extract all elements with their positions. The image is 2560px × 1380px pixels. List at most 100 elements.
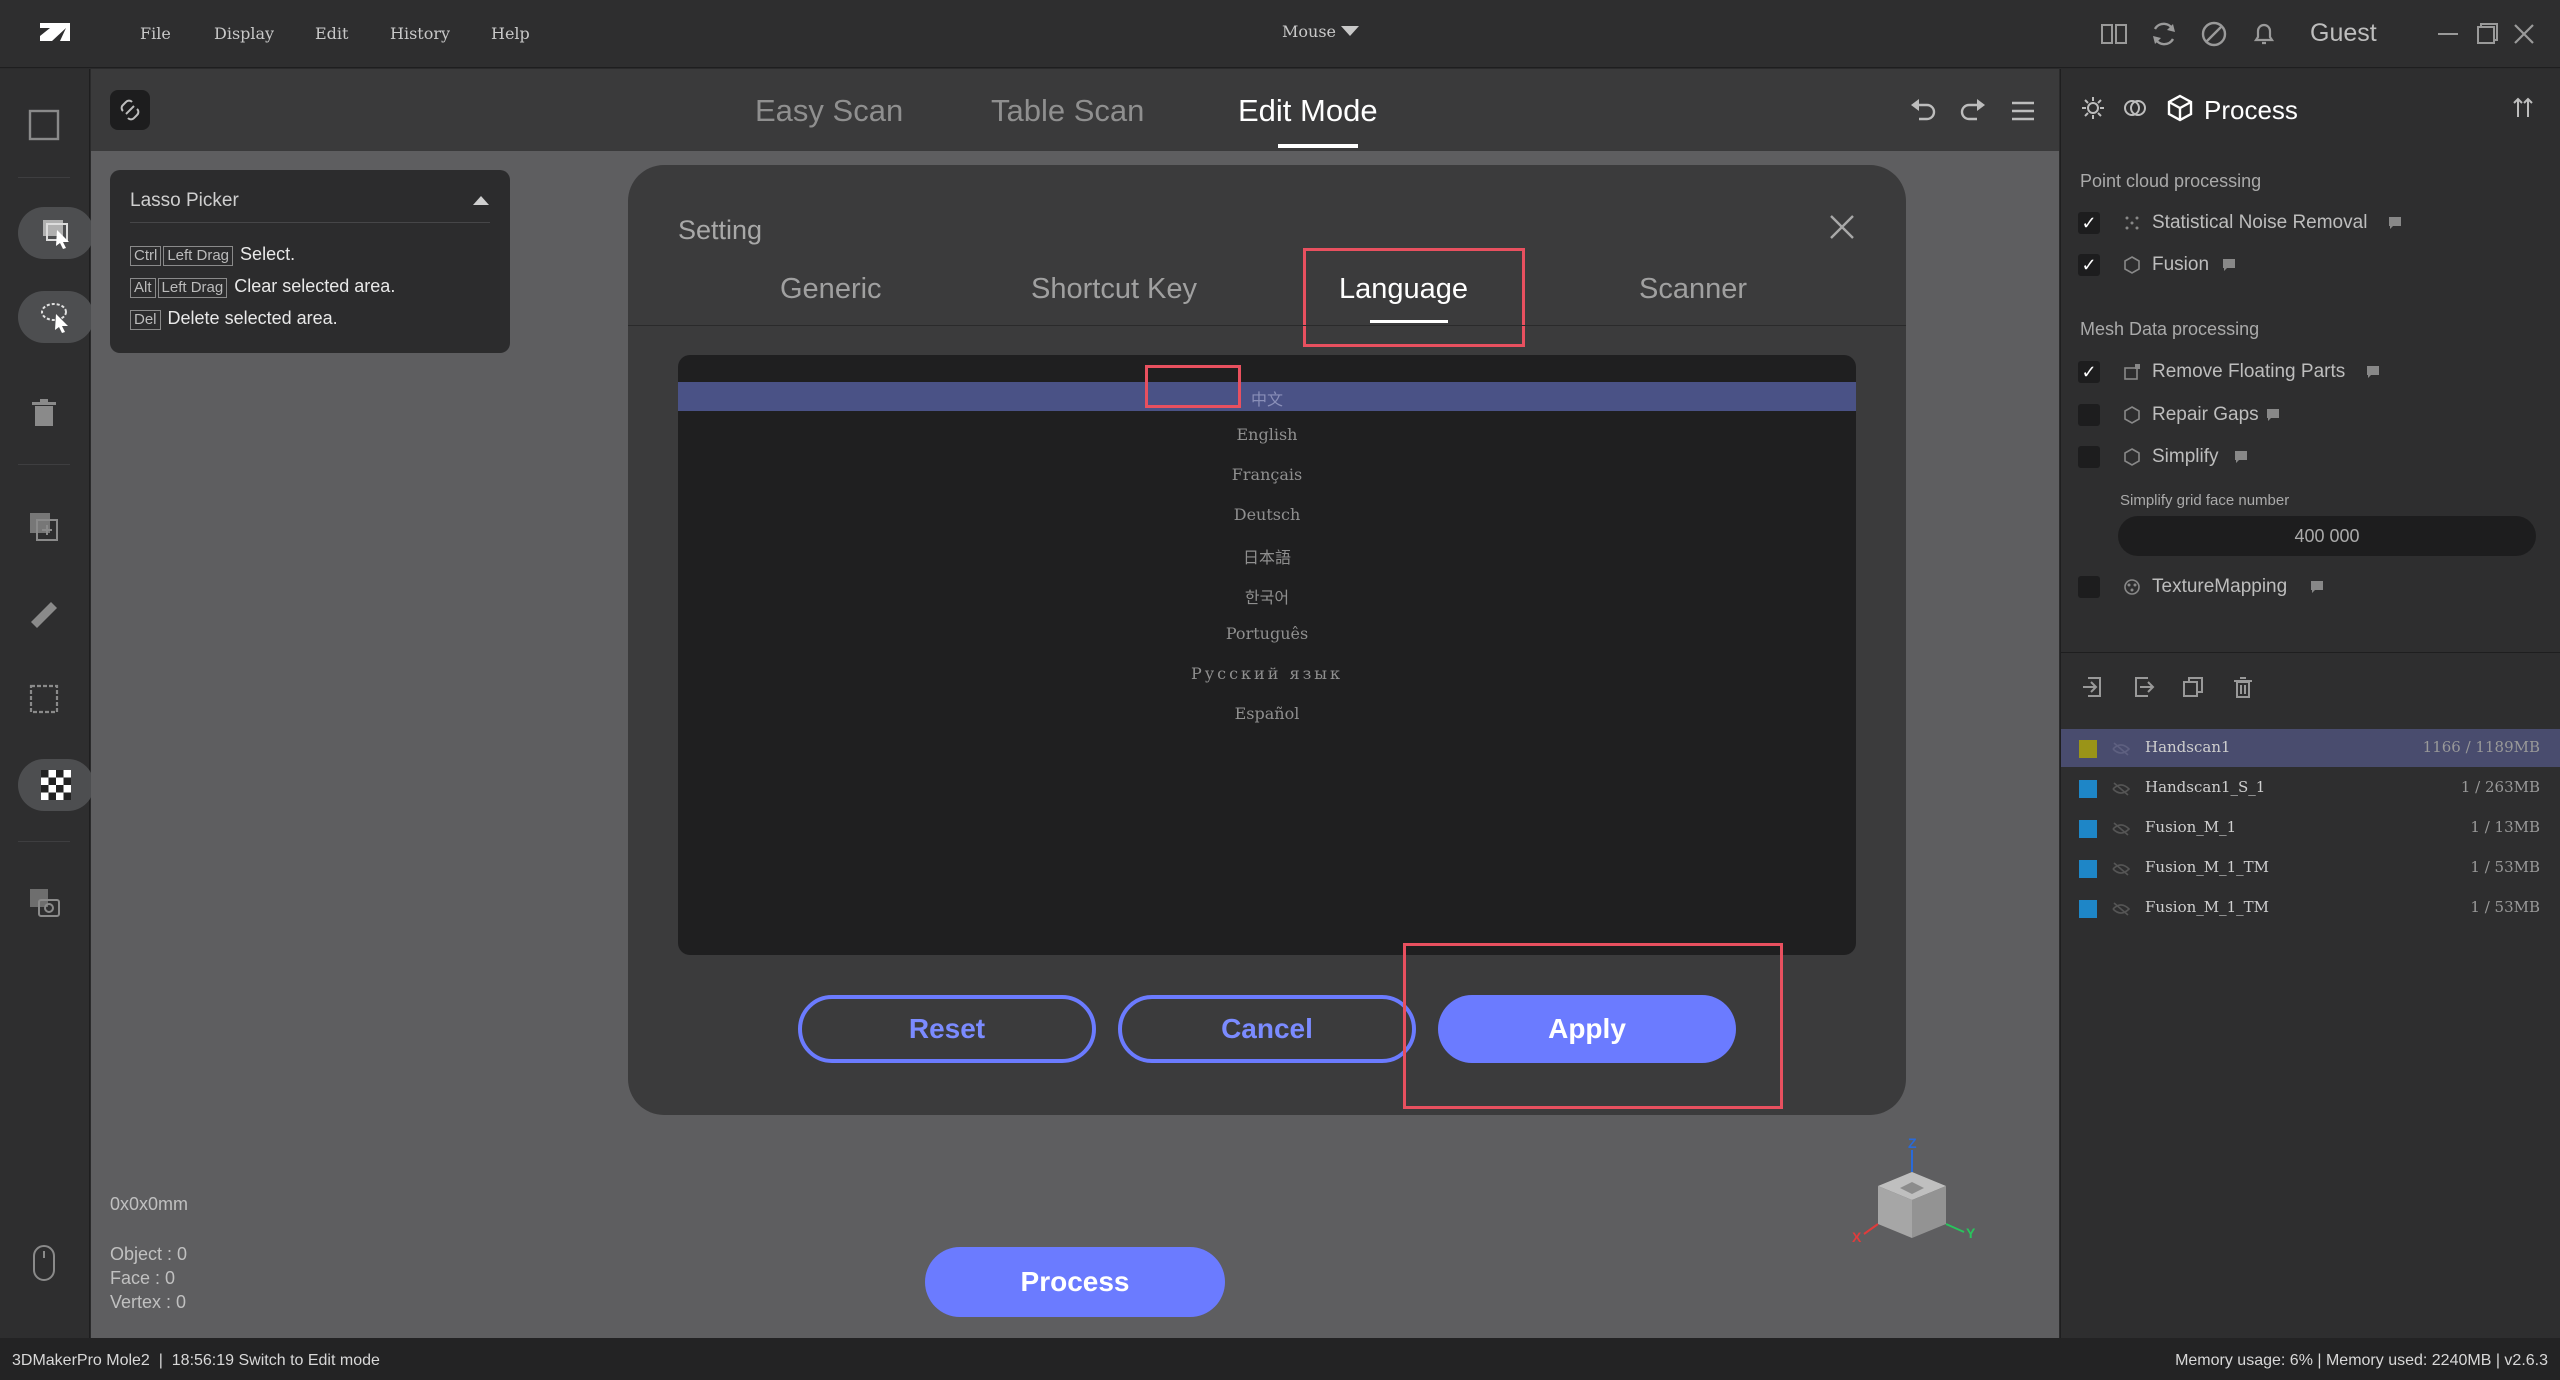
tool-texture[interactable] xyxy=(18,759,94,811)
visibility-off-icon[interactable] xyxy=(2111,860,2131,878)
list-menu-icon[interactable] xyxy=(2007,95,2039,127)
maximize-icon[interactable] xyxy=(2470,18,2502,50)
tab-generic[interactable]: Generic xyxy=(780,273,882,306)
checkbox-fusion[interactable]: ✓ xyxy=(2078,254,2100,276)
visibility-off-icon[interactable] xyxy=(2111,780,2131,798)
sort-icon[interactable] xyxy=(2510,95,2536,121)
language-option[interactable]: Deutsch xyxy=(678,505,1856,524)
checkerboard-icon xyxy=(41,770,71,800)
sun-icon[interactable] xyxy=(2080,95,2106,121)
model-row[interactable]: Handscan1_S_1 1 / 263MB xyxy=(2061,769,2560,807)
tool-snapshot[interactable] xyxy=(18,877,70,929)
language-option[interactable]: 日本語 xyxy=(678,544,1856,568)
model-color-swatch[interactable] xyxy=(2079,860,2097,878)
redo-icon[interactable] xyxy=(1957,95,1989,127)
model-stats: 1 / 263MB xyxy=(2460,778,2540,796)
language-option[interactable]: 中文 xyxy=(678,386,1856,410)
process-button[interactable]: Process xyxy=(925,1247,1225,1317)
model-row[interactable]: Handscan1 1166 / 1189MB xyxy=(2061,729,2560,767)
checkbox-texture-mapping[interactable] xyxy=(2078,576,2100,598)
checkbox-simplify[interactable] xyxy=(2078,446,2100,468)
visibility-off-icon[interactable] xyxy=(2111,740,2131,758)
tab-scanner[interactable]: Scanner xyxy=(1639,273,1747,306)
sync-icon[interactable] xyxy=(2148,18,2180,50)
model-row[interactable]: Fusion_M_1_TM 1 / 53MB xyxy=(2061,849,2560,887)
model-row[interactable]: Fusion_M_1_TM 1 / 53MB xyxy=(2061,889,2560,927)
dialog-divider xyxy=(628,325,1906,326)
menu-file[interactable]: File xyxy=(140,24,171,43)
info-icon[interactable] xyxy=(2388,216,2402,230)
book-icon[interactable] xyxy=(2098,18,2130,50)
user-name[interactable]: Guest xyxy=(2310,19,2377,48)
info-icon[interactable] xyxy=(2222,258,2236,272)
close-icon[interactable] xyxy=(1828,213,1856,241)
cancel-button[interactable]: Cancel xyxy=(1118,995,1416,1063)
tool-dashed-select[interactable] xyxy=(18,673,70,725)
menu-display[interactable]: Display xyxy=(214,24,274,43)
item-fusion[interactable]: Fusion xyxy=(2152,254,2209,276)
checkbox-remove-floating[interactable]: ✓ xyxy=(2078,361,2100,383)
delete-model-icon[interactable] xyxy=(2230,674,2256,700)
view-cube[interactable]: Z Y X xyxy=(1850,1138,1990,1274)
axis-z-label: Z xyxy=(1908,1138,1917,1151)
visibility-off-icon[interactable] xyxy=(2111,820,2131,838)
close-window-icon[interactable] xyxy=(2508,18,2540,50)
language-option[interactable]: Français xyxy=(678,465,1856,484)
tab-table-scan[interactable]: Table Scan xyxy=(991,93,1144,129)
model-color-swatch[interactable] xyxy=(2079,780,2097,798)
info-icon[interactable] xyxy=(2266,408,2280,422)
menu-help[interactable]: Help xyxy=(491,24,530,43)
tool-select-through[interactable] xyxy=(18,207,94,259)
tool-frame-select[interactable] xyxy=(18,99,70,151)
checkbox-repair-gaps[interactable] xyxy=(2078,404,2100,426)
checkbox-noise-removal[interactable]: ✓ xyxy=(2078,212,2100,234)
model-color-swatch[interactable] xyxy=(2079,820,2097,838)
info-icon[interactable] xyxy=(2366,365,2380,379)
key-alt: Alt xyxy=(130,278,156,298)
model-row[interactable]: Fusion_M_1 1 / 13MB xyxy=(2061,809,2560,847)
tab-edit-mode[interactable]: Edit Mode xyxy=(1238,93,1378,129)
export-icon[interactable] xyxy=(2130,674,2156,700)
tool-delete[interactable] xyxy=(18,387,70,439)
bell-icon[interactable] xyxy=(2248,18,2280,50)
language-option[interactable]: Português xyxy=(678,624,1856,643)
info-icon[interactable] xyxy=(2310,580,2324,594)
menu-history[interactable]: History xyxy=(390,24,450,43)
item-remove-floating[interactable]: Remove Floating Parts xyxy=(2152,361,2345,383)
hex-icon xyxy=(2124,406,2140,424)
tab-shortcut-key[interactable]: Shortcut Key xyxy=(1031,273,1197,306)
info-icon[interactable] xyxy=(2234,450,2248,464)
tool-copy-add[interactable] xyxy=(18,501,70,553)
simplify-grid-input[interactable]: 400 000 xyxy=(2118,516,2536,556)
language-option[interactable]: Español xyxy=(678,704,1856,723)
scan-icon[interactable] xyxy=(2122,95,2148,121)
tool-lasso[interactable] xyxy=(18,291,94,343)
reset-button[interactable]: Reset xyxy=(798,995,1096,1063)
visibility-off-icon[interactable] xyxy=(2111,900,2131,918)
tool-measure[interactable] xyxy=(18,587,70,639)
language-list[interactable]: 中文 English Français Deutsch 日本語 한국어 Port… xyxy=(678,355,1856,955)
item-repair-gaps[interactable]: Repair Gaps xyxy=(2152,404,2259,426)
select-layers-icon xyxy=(43,220,69,249)
item-texture-mapping[interactable]: TextureMapping xyxy=(2152,576,2287,598)
collapse-icon[interactable] xyxy=(472,194,490,206)
axis-y-label: Y xyxy=(1966,1225,1976,1241)
minimize-icon[interactable] xyxy=(2432,18,2464,50)
item-noise-removal[interactable]: Statistical Noise Removal xyxy=(2152,212,2367,234)
cube-icon[interactable] xyxy=(2166,94,2194,122)
duplicate-icon[interactable] xyxy=(2180,674,2206,700)
language-option[interactable]: 한국어 xyxy=(678,584,1856,608)
menu-edit[interactable]: Edit xyxy=(315,24,348,43)
skin-icon[interactable] xyxy=(2198,18,2230,50)
link-button[interactable] xyxy=(109,89,151,131)
input-mode-dropdown[interactable]: Mouse xyxy=(1282,22,1359,41)
app-logo xyxy=(40,23,70,41)
model-color-swatch[interactable] xyxy=(2079,740,2097,758)
language-option[interactable]: Русский язык xyxy=(678,664,1856,683)
item-simplify[interactable]: Simplify xyxy=(2152,446,2219,468)
undo-icon[interactable] xyxy=(1907,95,1939,127)
tab-easy-scan[interactable]: Easy Scan xyxy=(755,93,903,129)
import-icon[interactable] xyxy=(2080,674,2106,700)
model-color-swatch[interactable] xyxy=(2079,900,2097,918)
language-option[interactable]: English xyxy=(678,425,1856,444)
